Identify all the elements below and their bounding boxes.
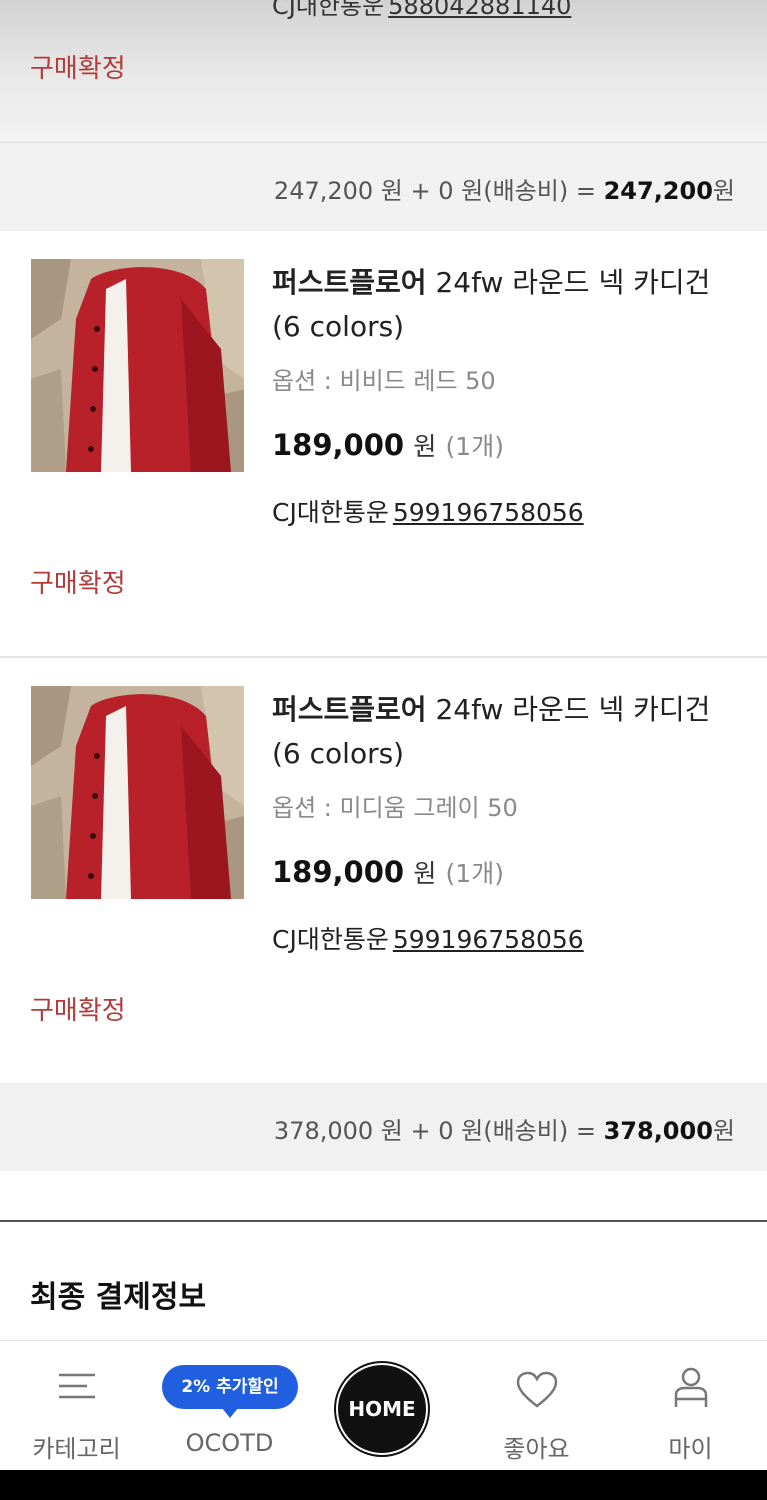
product-title[interactable]: 퍼스트플로어 24fw 라운드 넥 카디건 (6 colors) [272, 688, 712, 776]
order-item: 퍼스트플로어 24fw 라운드 넥 카디건 (6 colors) 옵션 : 비비… [0, 231, 767, 655]
nav-category[interactable]: 카테고리 [0, 1341, 153, 1471]
tracking-number-link[interactable]: 599196758056 [393, 498, 584, 527]
menu-icon [57, 1371, 97, 1405]
plus-sign: + [402, 177, 439, 205]
system-navigation-bar [0, 1470, 767, 1500]
home-button[interactable]: HOME [338, 1365, 426, 1453]
product-option: 옵션 : 비비드 레드 50 [272, 367, 496, 395]
tracking-number-link[interactable]: 588042881140 [388, 0, 571, 20]
order-summary-bar: 247,200 원 + 0 원(배송비) = 247,200원 [0, 143, 767, 231]
nav-likes[interactable]: 좋아요 [460, 1341, 613, 1471]
product-price: 189,000 원 (1개) [272, 427, 504, 463]
tracking-info: CJ대한통운 599196758056 [272, 493, 584, 529]
order-total: 378,000 [603, 1117, 713, 1145]
price-value: 189,000 [272, 428, 405, 462]
price-unit: 원 [413, 432, 437, 461]
discount-badge: 2% 추가할인 [162, 1365, 298, 1418]
previous-order-section: CJ대한통운 588042881140 구매확정 [0, 0, 767, 143]
tracking-info: CJ대한통운 599196758056 [272, 920, 584, 956]
tracking-info: CJ대한통운 588042881140 [272, 0, 571, 21]
quantity: (1개) [445, 859, 504, 888]
brand-name: 퍼스트플로어 [272, 693, 427, 726]
heart-icon [516, 1371, 558, 1413]
section-divider [0, 1220, 767, 1222]
plus-sign: + [402, 1117, 439, 1145]
product-image[interactable] [31, 686, 244, 899]
shipping-fee: 0 원(배송비) [438, 1117, 569, 1145]
subtotal: 378,000 원 [273, 1117, 403, 1145]
order-total: 247,200 [603, 177, 713, 205]
tracking-number-link[interactable]: 599196758056 [393, 925, 584, 954]
nav-ocotd-label: OCOTD [185, 1429, 274, 1457]
product-image[interactable] [31, 259, 244, 472]
product-price: 189,000 원 (1개) [272, 854, 504, 890]
shipping-fee: 0 원(배송비) [438, 177, 569, 205]
purchase-confirm-button[interactable]: 구매확정 [30, 563, 126, 600]
order-item: 퍼스트플로어 24fw 라운드 넥 카디건 (6 colors) 옵션 : 미디… [0, 656, 767, 1082]
carrier-name: CJ대한통운 [272, 498, 389, 527]
subtotal: 247,200 원 [273, 177, 403, 205]
total-unit: 원 [712, 177, 735, 205]
nav-category-label: 카테고리 [32, 1435, 121, 1463]
carrier-name: CJ대한통운 [272, 925, 389, 954]
product-option: 옵션 : 미디움 그레이 50 [272, 794, 518, 822]
price-value: 189,000 [272, 855, 405, 889]
person-icon [673, 1367, 709, 1413]
final-payment-title: 최종 결제정보 [30, 1280, 207, 1315]
total-unit: 원 [712, 1117, 735, 1145]
nav-my[interactable]: 마이 [614, 1341, 767, 1471]
nav-likes-label: 좋아요 [503, 1435, 570, 1463]
price-unit: 원 [413, 859, 437, 888]
quantity: (1개) [445, 432, 504, 461]
order-summary-bar: 378,000 원 + 0 원(배송비) = 378,000원 [0, 1083, 767, 1171]
nav-my-label: 마이 [668, 1435, 713, 1463]
equals-sign: = [568, 177, 604, 205]
bottom-navigation: 카테고리 OCOTD 2% 추가할인 HOME 좋아요 마이 [0, 1340, 767, 1471]
purchase-confirm-button[interactable]: 구매확정 [30, 48, 126, 85]
purchase-confirm-button[interactable]: 구매확정 [30, 990, 126, 1027]
equals-sign: = [568, 1117, 604, 1145]
product-title[interactable]: 퍼스트플로어 24fw 라운드 넥 카디건 (6 colors) [272, 261, 712, 349]
order-summary-text: 247,200 원 + 0 원(배송비) = 247,200원 [274, 171, 735, 206]
carrier-name: CJ대한통운 [272, 0, 385, 20]
brand-name: 퍼스트플로어 [272, 266, 427, 299]
order-summary-text: 378,000 원 + 0 원(배송비) = 378,000원 [274, 1111, 735, 1146]
